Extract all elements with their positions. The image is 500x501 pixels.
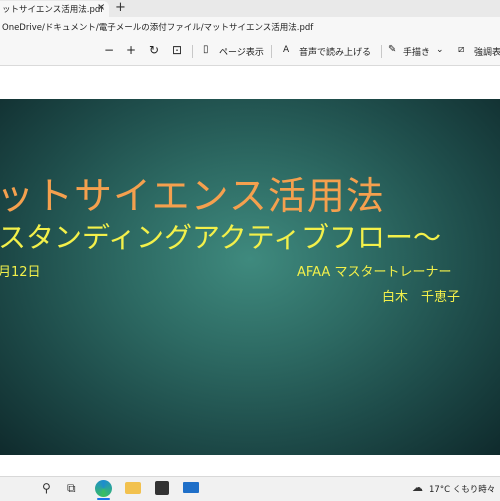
toolbar-divider [192,45,193,58]
page-view-button[interactable]: ページ表示 [219,45,264,58]
taskbar: ⚲ ⧉ ☁ 17°C くもり時々 [0,476,500,501]
document-margin-bottom [0,455,500,476]
url-text[interactable]: OneDrive/ドキュメント/電子メールの添付ファイル/マットサイエンス活用法… [2,21,313,33]
slide-subtitle: スタンディングアクティブフロー～ [0,221,441,254]
tab-title: ットサイエンス活用法.pdf [2,5,104,15]
zoom-in-button[interactable]: + [126,43,136,57]
mail-icon[interactable] [183,482,199,493]
pdf-toolbar: − + ↻ ⊡ ▯ ページ表示 A 音声で読み上げる ✎ 手描き ⌄ ⧄ 強調表 [0,37,500,66]
presenter-name: 白木 千恵子 [382,290,461,305]
close-tab-icon[interactable]: × [97,2,105,13]
address-bar[interactable]: OneDrive/ドキュメント/電子メールの添付ファイル/マットサイエンス活用法… [0,17,500,37]
slide-title: ットサイエンス活用法 [0,174,385,218]
zoom-out-button[interactable]: − [104,43,114,57]
toolbar-divider [381,45,382,58]
page-view-icon: ▯ [203,44,209,55]
read-aloud-icon: A [283,45,290,55]
new-tab-button[interactable]: + [115,0,126,15]
file-explorer-icon[interactable] [125,482,141,494]
highlight-icon: ⧄ [458,44,465,55]
slide-date: 月12日 [0,265,41,280]
read-aloud-button[interactable]: 音声で読み上げる [299,45,371,58]
search-icon[interactable]: ⚲ [42,481,51,495]
rotate-icon[interactable]: ↻ [149,43,159,57]
draw-button[interactable]: 手描き [403,45,430,58]
document-margin [0,66,500,99]
task-view-icon[interactable]: ⧉ [67,481,76,496]
fit-page-icon[interactable]: ⊡ [172,43,182,57]
highlight-button[interactable]: 強調表 [474,45,500,58]
weather-text[interactable]: 17°C くもり時々 [429,483,495,495]
presenter-role: AFAA マスタートレーナー [297,265,452,280]
chevron-down-icon[interactable]: ⌄ [436,45,444,55]
store-icon[interactable] [155,481,169,495]
tab-pdf[interactable]: ットサイエンス活用法.pdf × [0,1,109,17]
browser-tab-bar: ットサイエンス活用法.pdf × + [0,0,500,17]
edge-browser-icon[interactable] [95,480,112,497]
weather-icon[interactable]: ☁ [412,481,423,494]
draw-icon: ✎ [388,44,397,55]
toolbar-divider [271,45,272,58]
